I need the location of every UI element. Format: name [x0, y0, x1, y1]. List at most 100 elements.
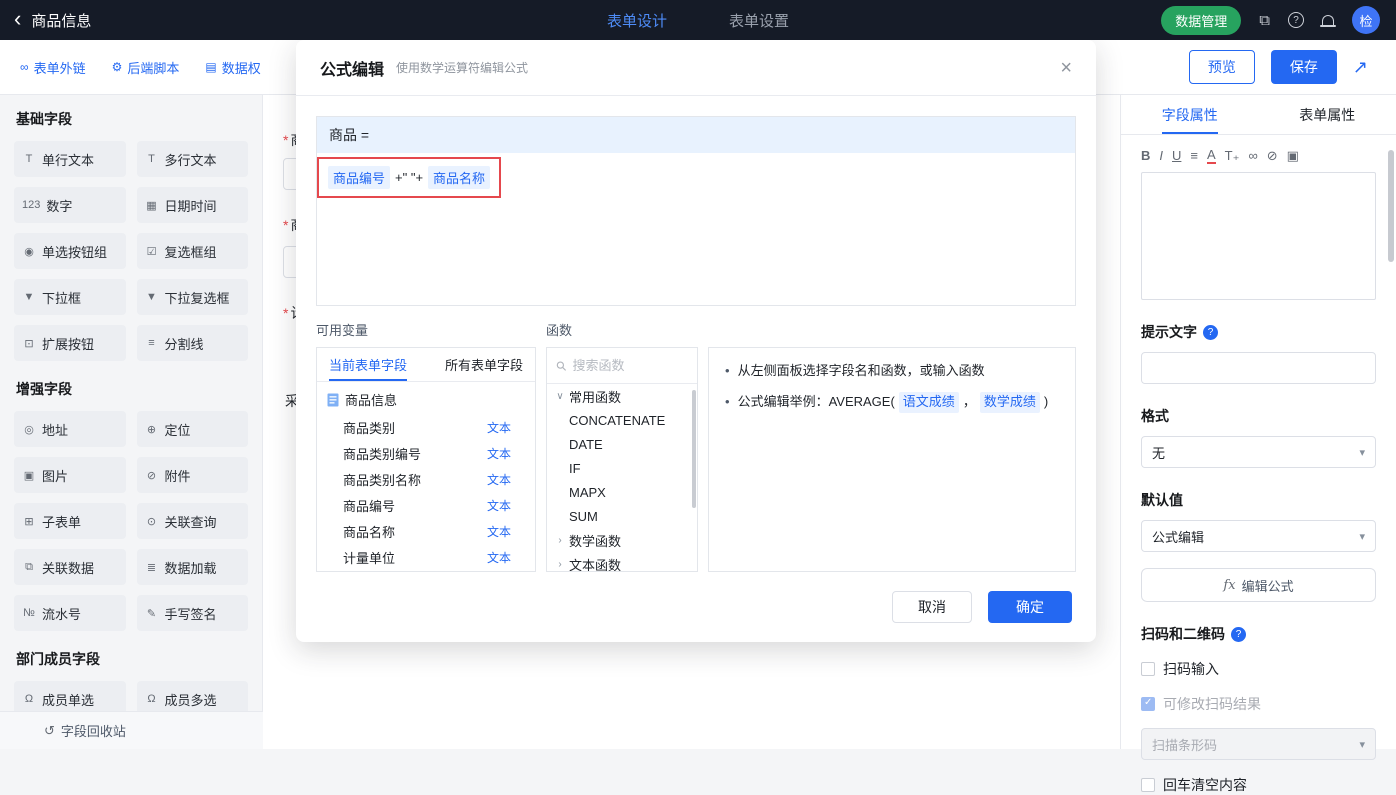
function-search-input[interactable]: [573, 358, 689, 373]
field-item-extend-button[interactable]: ⊡扩展按钮: [14, 325, 126, 361]
format-value: 无: [1152, 443, 1165, 462]
panel-scrollbar[interactable]: [1388, 150, 1394, 262]
variables-label: 可用变量: [316, 320, 546, 339]
variables-tabs: 当前表单字段 所有表单字段: [317, 348, 535, 382]
close-icon[interactable]: ×: [1060, 58, 1072, 78]
function-group-text[interactable]: ›文本函数: [547, 552, 697, 572]
field-item-data-load[interactable]: ≣数据加载: [137, 549, 249, 585]
field-item-divider[interactable]: ≡分割线: [137, 325, 249, 361]
field-item-radio-group[interactable]: ◉单选按钮组: [14, 233, 126, 269]
link-icon: ∞: [20, 60, 29, 74]
confirm-button[interactable]: 确定: [988, 591, 1072, 623]
field-item-subform[interactable]: ⊞子表单: [14, 503, 126, 539]
tab-form-design[interactable]: 表单设计: [607, 10, 667, 31]
extend-button-icon: ⊡: [22, 337, 36, 350]
function-item[interactable]: IF: [547, 456, 697, 480]
variable-row[interactable]: 计量单位文本: [317, 544, 535, 570]
field-item-related-query[interactable]: ⊙关联查询: [137, 503, 249, 539]
field-item-address[interactable]: ◎地址: [14, 411, 126, 447]
variable-row[interactable]: 商品类别文本: [317, 414, 535, 440]
formula-field-token[interactable]: 商品名称: [428, 166, 490, 189]
field-item-signature[interactable]: ✎手写签名: [137, 595, 249, 631]
tab-form-properties[interactable]: 表单属性: [1259, 95, 1396, 134]
scan-help-icon[interactable]: ?: [1231, 627, 1246, 642]
field-item-datetime[interactable]: ▦日期时间: [137, 187, 249, 223]
field-recycle-bin[interactable]: ↺ 字段回收站: [0, 711, 263, 749]
field-item-serial-number[interactable]: №流水号: [14, 595, 126, 631]
tab-current-form-fields[interactable]: 当前表单字段: [329, 348, 407, 381]
tab-field-properties[interactable]: 字段属性: [1121, 95, 1259, 134]
data-manage-button[interactable]: 数据管理: [1161, 6, 1241, 35]
insert-image-icon[interactable]: ▣: [1287, 148, 1299, 164]
font-color-icon[interactable]: A: [1207, 147, 1216, 164]
function-item[interactable]: DATE: [547, 432, 697, 456]
edit-formula-button[interactable]: fx 编辑公式: [1141, 568, 1376, 602]
align-icon[interactable]: ≡: [1190, 148, 1198, 163]
function-group-common[interactable]: ∨常用函数: [547, 384, 697, 408]
field-item-label: 数据加载: [165, 558, 217, 577]
enhanced-fields-grid: ◎地址 ⊕定位 ▣图片 ⊘附件 ⊞子表单 ⊙关联查询 ⧉关联数据 ≣数据加载 №…: [14, 411, 248, 631]
checkbox-unchecked-icon[interactable]: [1141, 778, 1155, 792]
function-item[interactable]: SUM: [547, 504, 697, 528]
field-item-dropdown[interactable]: ▼下拉框: [14, 279, 126, 315]
bold-icon[interactable]: B: [1141, 148, 1150, 163]
variable-type-badge: 文本: [487, 471, 511, 488]
clear-format-icon[interactable]: ⊘: [1267, 148, 1278, 164]
avatar[interactable]: 检: [1352, 6, 1380, 34]
workspace-switch-icon[interactable]: ⧉: [1259, 12, 1270, 29]
format-select[interactable]: 无 ▾: [1141, 436, 1376, 468]
field-item-checkbox-group[interactable]: ☑复选框组: [137, 233, 249, 269]
function-item[interactable]: CONCATENATE: [547, 408, 697, 432]
variable-row[interactable]: 商品类别名称文本: [317, 466, 535, 492]
variable-row[interactable]: 商品名称文本: [317, 518, 535, 544]
checkbox-checked-icon[interactable]: [1141, 697, 1155, 711]
tab-form-settings[interactable]: 表单设置: [729, 10, 789, 31]
variable-row[interactable]: 商品编号文本: [317, 492, 535, 518]
field-item-label: 成员多选: [165, 690, 217, 709]
hint-text-label: 提示文字 ?: [1141, 322, 1376, 342]
field-item-attachment[interactable]: ⊘附件: [137, 457, 249, 493]
field-title-editor[interactable]: [1141, 172, 1376, 300]
preview-button[interactable]: 预览: [1189, 50, 1255, 84]
save-button[interactable]: 保存: [1271, 50, 1337, 84]
field-item-dropdown-multi[interactable]: ▼下拉复选框: [137, 279, 249, 315]
field-item-related-data[interactable]: ⧉关联数据: [14, 549, 126, 585]
recycle-icon: ↺: [44, 723, 55, 739]
field-item-image[interactable]: ▣图片: [14, 457, 126, 493]
functions-scrollbar[interactable]: [692, 390, 696, 508]
field-item-number[interactable]: 123数字: [14, 187, 126, 223]
default-value-select[interactable]: 公式编辑 ▾: [1141, 520, 1376, 552]
share-icon[interactable]: ↗: [1353, 57, 1368, 78]
tab-all-form-fields[interactable]: 所有表单字段: [445, 348, 523, 381]
back-icon[interactable]: ‹: [14, 8, 21, 30]
notification-bell-icon[interactable]: [1322, 15, 1334, 25]
field-item-multi-text[interactable]: T多行文本: [137, 141, 249, 177]
formula-editor[interactable]: 商品编号 +" "+ 商品名称: [317, 153, 1075, 305]
hint-help-icon[interactable]: ?: [1203, 325, 1218, 340]
link-icon[interactable]: ∞: [1248, 148, 1257, 163]
modify-scan-result-checkbox-row[interactable]: 可修改扫码结果: [1141, 694, 1376, 714]
function-item[interactable]: MAPX: [547, 480, 697, 504]
font-size-icon[interactable]: T₊: [1225, 148, 1240, 164]
italic-icon[interactable]: I: [1159, 148, 1163, 163]
field-item-label: 关联数据: [42, 558, 94, 577]
variable-root-node[interactable]: 商品信息: [317, 382, 535, 414]
backend-script-button[interactable]: ⚙ 后端脚本: [112, 58, 180, 77]
function-group-math[interactable]: ›数学函数: [547, 528, 697, 552]
enter-clear-checkbox-row[interactable]: 回车清空内容: [1141, 775, 1376, 795]
formula-field-token[interactable]: 商品编号: [328, 166, 390, 189]
chevron-down-icon: ▾: [1359, 530, 1365, 543]
form-external-link-button[interactable]: ∞ 表单外链: [20, 58, 86, 77]
link-label: 数据权: [222, 58, 261, 77]
hint-text-input[interactable]: [1141, 352, 1376, 384]
field-item-location[interactable]: ⊕定位: [137, 411, 249, 447]
scan-input-checkbox-row[interactable]: 扫码输入: [1141, 659, 1376, 679]
help-icon[interactable]: ?: [1288, 12, 1304, 28]
cancel-button[interactable]: 取消: [892, 591, 972, 623]
underline-icon[interactable]: U: [1172, 148, 1181, 163]
data-permission-button[interactable]: ▤ 数据权: [205, 58, 260, 77]
formula-edit-modal: 公式编辑 使用数学运算符编辑公式 × 商品 = 商品编号 +" "+ 商品名称 …: [296, 40, 1096, 642]
field-item-single-text[interactable]: T单行文本: [14, 141, 126, 177]
variable-row[interactable]: 商品类别编号文本: [317, 440, 535, 466]
checkbox-unchecked-icon[interactable]: [1141, 662, 1155, 676]
